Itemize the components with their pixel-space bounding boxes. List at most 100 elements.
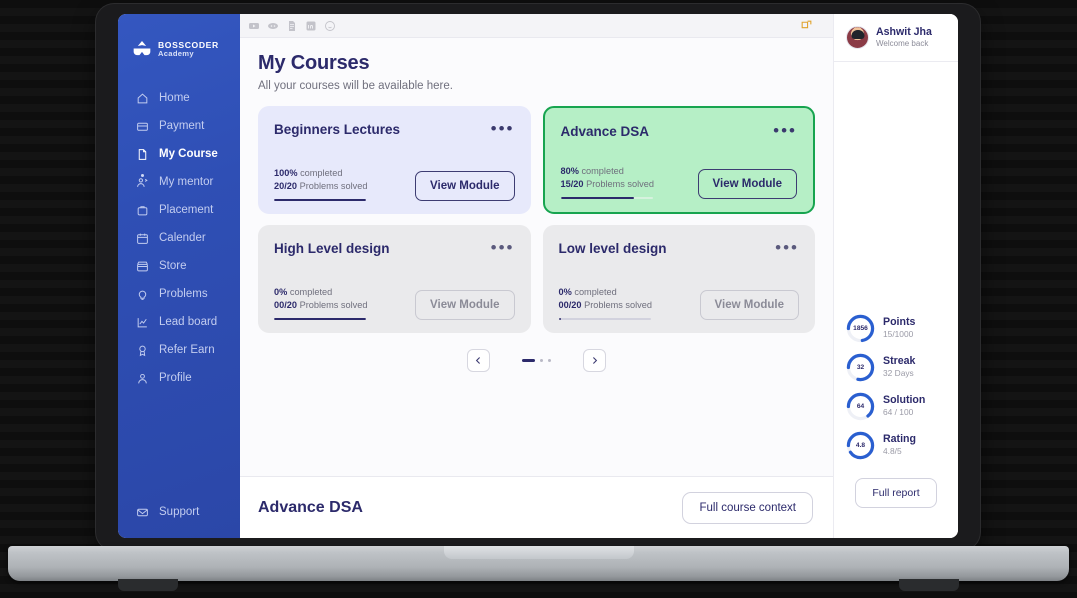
more-dots-icon[interactable]: ••• — [491, 239, 515, 256]
laptop-mockup: BOSSCODER Academy Home Payment My Course… — [0, 0, 1077, 598]
full-report-button[interactable]: Full report — [855, 478, 937, 508]
sidebar-item-label: Payment — [159, 120, 205, 132]
carousel-dot[interactable] — [548, 359, 551, 362]
sidebar-support-label: Support — [159, 506, 200, 518]
store-icon — [136, 260, 149, 273]
course-solved-word: Problems solved — [299, 300, 368, 311]
course-percent-word: completed — [574, 286, 617, 297]
carousel-prev-button[interactable] — [467, 349, 490, 372]
sidebar-item-calender[interactable]: Calender — [118, 224, 240, 252]
chevron-left-icon — [474, 356, 483, 365]
medal-icon — [136, 344, 149, 357]
more-dots-icon[interactable]: ••• — [773, 122, 797, 139]
page-title: My Courses — [258, 52, 370, 74]
profile-greeting: Welcome back — [876, 39, 929, 49]
page-subtitle: All your courses will be available here. — [258, 80, 453, 92]
view-module-button[interactable]: View Module — [415, 290, 515, 320]
main-content: My Courses All your courses will be avai… — [240, 14, 833, 538]
sidebar-item-problems[interactable]: Problems — [118, 280, 240, 308]
courses-section: My Courses All your courses will be avai… — [240, 38, 833, 476]
solution-value: 64 — [856, 403, 865, 410]
home-icon — [136, 92, 149, 105]
sidebar-item-placement[interactable]: Placement — [118, 196, 240, 224]
sidebar-item-label: My Course — [159, 148, 218, 160]
smiley-icon[interactable] — [324, 20, 336, 32]
course-progress-bar — [274, 317, 366, 320]
linkedin-icon[interactable] — [305, 20, 317, 32]
sidebar-item-refer-earn[interactable]: Refer Earn — [118, 336, 240, 364]
carousel-indicator — [522, 359, 551, 362]
youtube-icon[interactable] — [248, 20, 260, 32]
course-solved: 00/20 — [274, 300, 297, 311]
stat-item-points: 1856 Points 15/1000 — [846, 314, 958, 343]
course-card[interactable]: Advance DSA ••• 80% completed 15/20 Prob… — [542, 106, 815, 214]
view-module-button[interactable]: View Module — [697, 169, 797, 199]
stat-sub: 64 / 100 — [883, 407, 914, 418]
stat-sub: 32 Days — [883, 368, 914, 379]
course-solved: 15/20 — [560, 179, 584, 190]
view-module-button[interactable]: View Module — [699, 290, 799, 320]
course-solved-word: Problems solved — [586, 179, 654, 190]
course-card[interactable]: High Level design ••• 0% completed 00/20 — [258, 225, 531, 333]
laptop-notch — [443, 546, 634, 559]
profile-header[interactable]: Ashwit Jha Welcome back — [834, 14, 958, 62]
carousel-dot[interactable] — [540, 359, 543, 362]
course-card[interactable]: Low level design ••• 0% completed 00/20 — [542, 225, 815, 333]
sidebar-item-label: Calender — [159, 232, 206, 244]
sidebar-item-my-mentor[interactable]: My mentor — [118, 168, 240, 196]
course-card-grid: Beginners Lectures ••• 100% completed 20 — [258, 106, 815, 333]
course-detail-bar: Advance DSA Full course context — [240, 476, 833, 538]
points-progress-ring: 1856 — [846, 314, 875, 343]
stat-sub: 4.8/5 — [883, 446, 902, 457]
full-course-context-button[interactable]: Full course context — [682, 491, 813, 524]
course-title: Low level design — [558, 241, 667, 256]
calendar-icon — [136, 232, 149, 245]
discord-icon[interactable] — [267, 20, 279, 32]
course-progress-fill — [274, 198, 366, 201]
laptop-base — [8, 546, 1069, 591]
sidebar-item-profile[interactable]: Profile — [118, 364, 240, 392]
course-solved-word: Problems solved — [584, 300, 652, 311]
more-dots-icon[interactable]: ••• — [775, 239, 799, 256]
stat-sub: 15/1000 — [883, 329, 914, 340]
brand-name-secondary: Academy — [158, 48, 194, 58]
sidebar-item-payment[interactable]: Payment — [118, 112, 240, 140]
course-title: Beginners Lectures — [274, 122, 401, 137]
sidebar-item-lead-board[interactable]: Lead board — [118, 308, 240, 336]
doc-icon[interactable] — [286, 20, 298, 32]
rating-progress-ring: 4.8 — [846, 431, 875, 460]
stat-item-solution: 64 Solution 64 / 100 — [846, 392, 958, 421]
notification-icon[interactable] — [800, 19, 813, 32]
course-title: High Level design — [274, 241, 390, 256]
laptop-foot-right — [899, 579, 959, 591]
avatar — [846, 26, 869, 49]
more-dots-icon[interactable]: ••• — [491, 120, 515, 137]
course-percent: 0% — [558, 286, 572, 297]
course-progress-fill — [560, 196, 635, 199]
sidebar-item-store[interactable]: Store — [118, 252, 240, 280]
stats-list: 1856 Points 15/1000 32 Streak 32 Days 64… — [834, 314, 958, 460]
course-solved-word: Problems solved — [299, 181, 368, 192]
course-progress-bar — [560, 196, 653, 199]
course-progress-fill — [558, 317, 562, 320]
mail-icon — [136, 506, 149, 519]
carousel-next-button[interactable] — [583, 349, 606, 372]
chart-icon — [136, 316, 149, 329]
carousel-dot-active[interactable] — [522, 359, 535, 362]
sidebar-item-support[interactable]: Support — [118, 498, 240, 526]
course-percent: 100% — [274, 167, 298, 178]
active-nav-indicator-dot — [141, 174, 144, 177]
sidebar-item-my-course[interactable]: My Course — [118, 140, 240, 168]
brand-logo[interactable]: BOSSCODER Academy — [118, 32, 240, 66]
sidebar: BOSSCODER Academy Home Payment My Course… — [118, 14, 240, 538]
solution-progress-ring: 64 — [846, 392, 875, 421]
lightbulb-icon — [136, 288, 149, 301]
view-module-button[interactable]: View Module — [415, 171, 515, 201]
course-progress-bar — [558, 317, 651, 320]
bosscoder-mask-icon — [132, 40, 152, 58]
selected-course-title: Advance DSA — [258, 498, 363, 516]
course-card[interactable]: Beginners Lectures ••• 100% completed 20 — [258, 106, 531, 214]
sidebar-item-home[interactable]: Home — [118, 84, 240, 112]
stat-label: Rating — [883, 433, 916, 445]
profile-name: Ashwit Jha — [876, 25, 932, 38]
